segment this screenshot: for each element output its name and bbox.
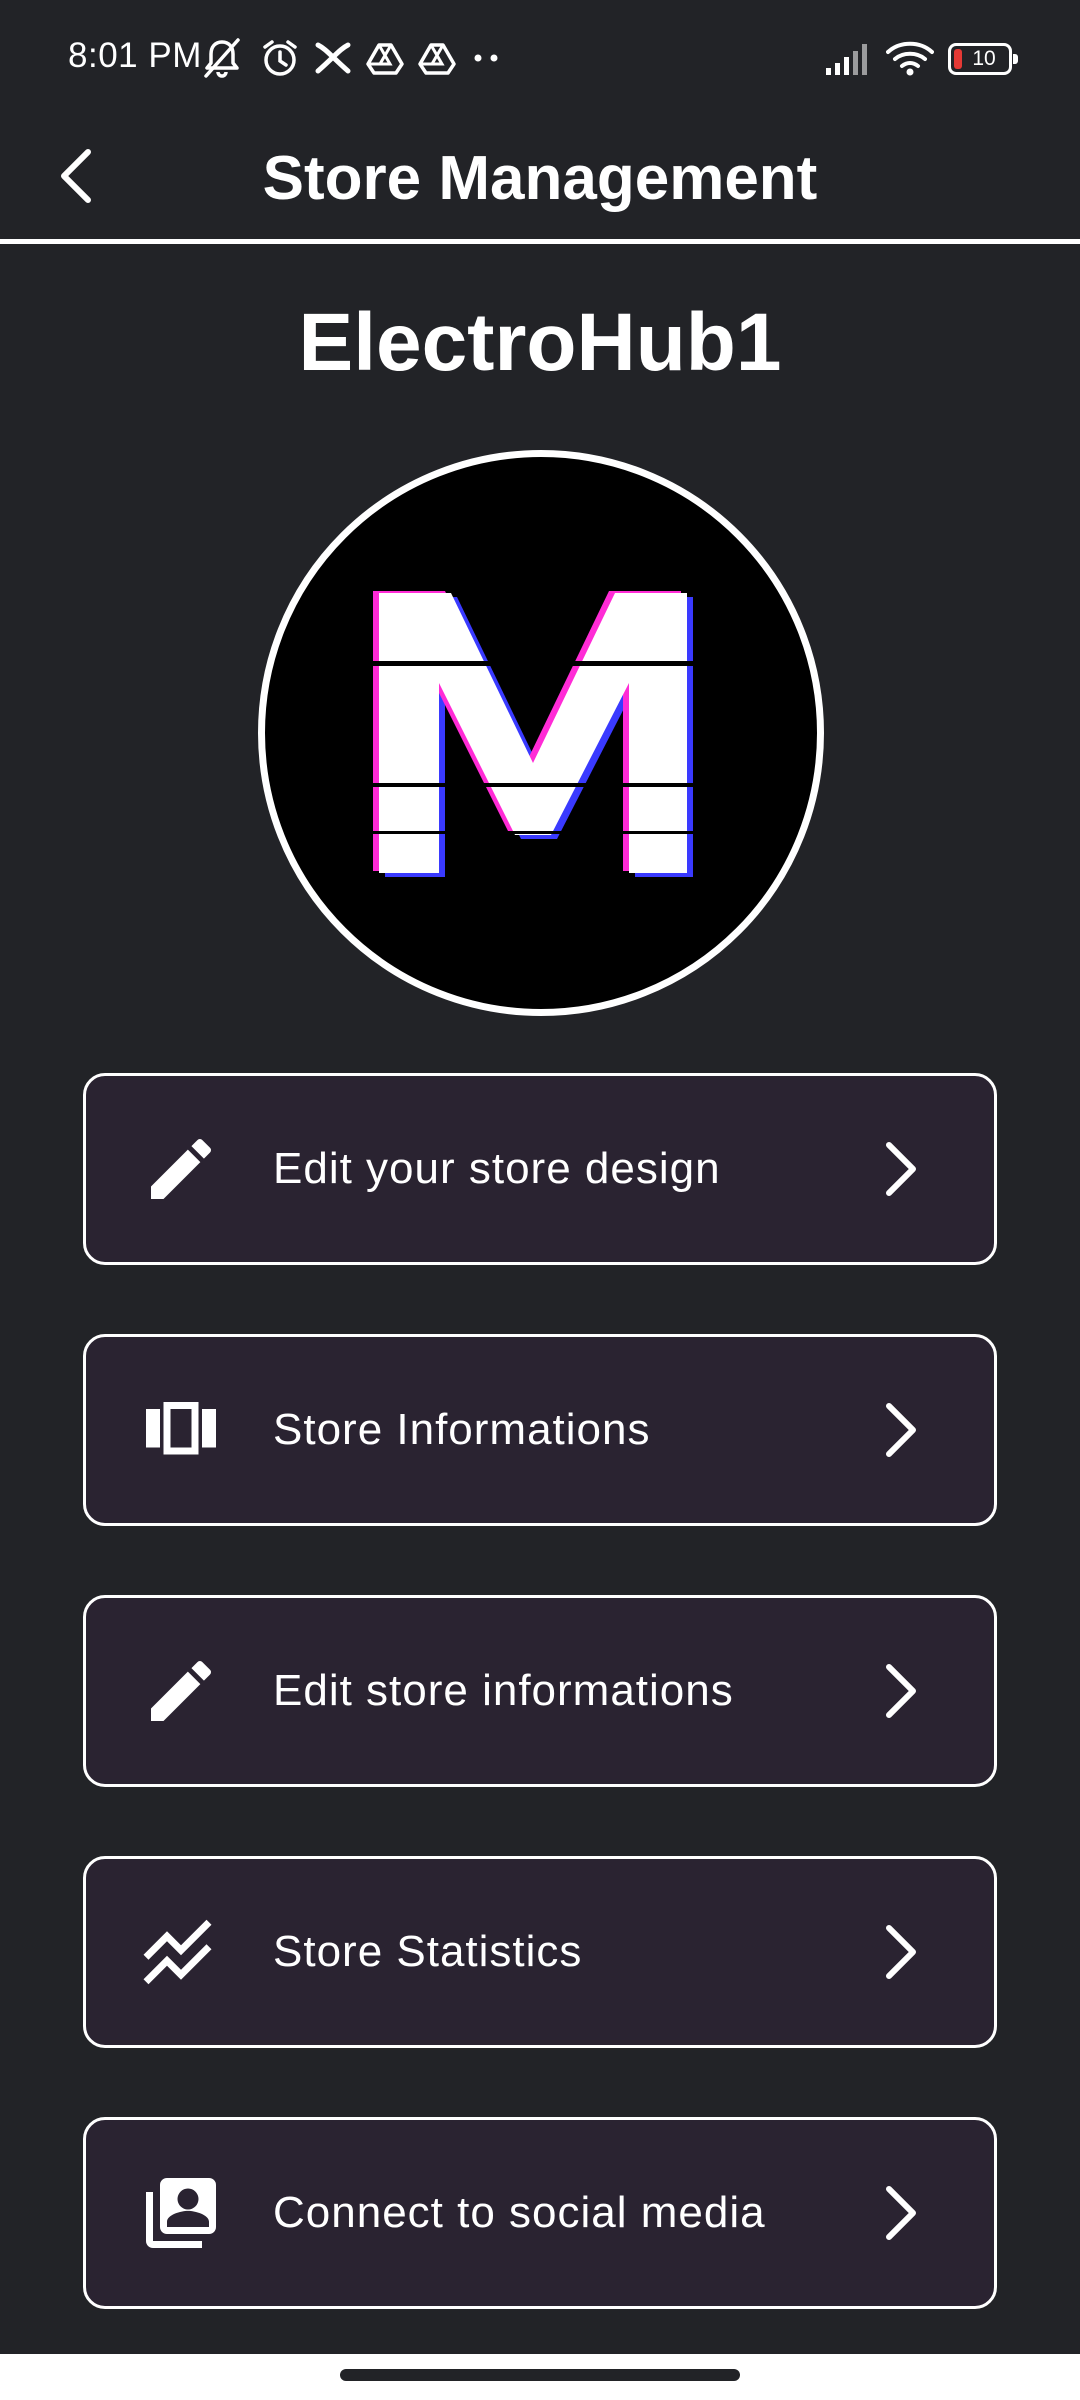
menu-item-connect-social-media[interactable]: Connect to social media [83, 2117, 997, 2309]
drive-icon [418, 41, 456, 75]
chevron-right-icon [874, 1395, 928, 1465]
store-logo [258, 450, 824, 1016]
store-management-screen: 8:01 PM 10 Store Management ElectroHub1 … [0, 0, 1080, 2400]
menu-item-label: Edit store informations [273, 1666, 734, 1715]
menu-item-label: Store Statistics [273, 1927, 583, 1976]
page-title: Store Management [262, 143, 818, 213]
status-system-icons: 10 [824, 36, 1018, 82]
store-menu: Edit your store design Store Information… [83, 1073, 997, 2378]
wifi-icon [886, 41, 934, 77]
home-indicator[interactable] [340, 2369, 740, 2381]
app-notification-icon [314, 41, 352, 75]
pencil-icon [138, 1126, 224, 1212]
pencil-icon [138, 1648, 224, 1734]
back-button[interactable] [26, 128, 126, 228]
chevron-right-icon [874, 1656, 928, 1726]
system-navigation-bar [0, 2354, 1080, 2400]
logo-letter-m [361, 591, 721, 877]
alarm-icon [260, 38, 300, 78]
mute-icon [198, 36, 246, 80]
menu-item-edit-store-design[interactable]: Edit your store design [83, 1073, 997, 1265]
carousel-icon [138, 1387, 224, 1473]
menu-item-store-statistics[interactable]: Store Statistics [83, 1856, 997, 2048]
battery-level: 10 [972, 47, 996, 70]
chevron-right-icon [874, 1917, 928, 1987]
battery-level-fill [954, 49, 962, 69]
contacts-stack-icon [138, 2170, 224, 2256]
menu-item-edit-store-informations[interactable]: Edit store informations [83, 1595, 997, 1787]
chevron-left-icon [54, 146, 98, 211]
menu-item-label: Store Informations [273, 1405, 651, 1454]
store-name: ElectroHub1 [298, 297, 782, 388]
chevron-right-icon [874, 1134, 928, 1204]
menu-item-store-informations[interactable]: Store Informations [83, 1334, 997, 1526]
status-time: 8:01 PM [68, 36, 202, 75]
status-notification-icons [198, 34, 504, 82]
status-bar: 8:01 PM 10 [0, 0, 1080, 118]
chevron-right-icon [874, 2178, 928, 2248]
menu-item-label: Edit your store design [273, 1144, 721, 1193]
battery-icon: 10 [948, 43, 1018, 75]
signal-icon [824, 42, 872, 76]
menu-item-label: Connect to social media [273, 2188, 766, 2237]
drive-icon [366, 41, 404, 75]
more-dots-icon [470, 48, 504, 68]
trending-chart-icon [138, 1909, 224, 1995]
app-bar: Store Management [0, 118, 1080, 244]
